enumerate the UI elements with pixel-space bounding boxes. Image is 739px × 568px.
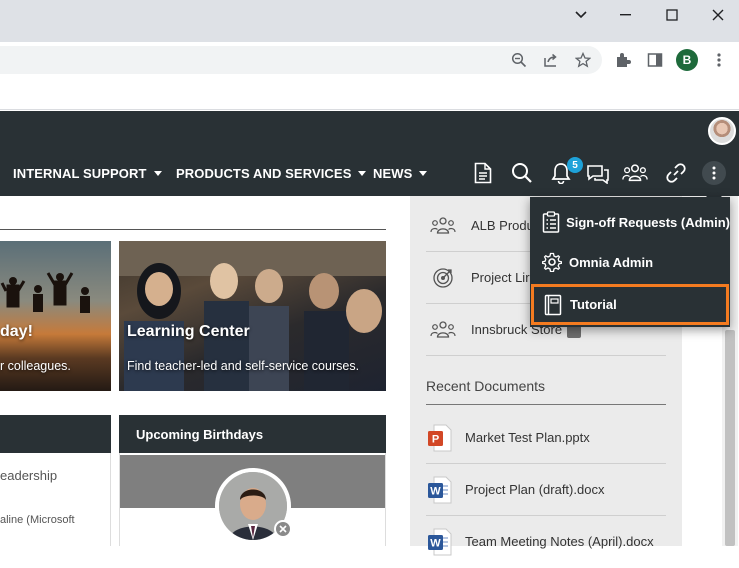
more-options-button[interactable] bbox=[702, 161, 726, 185]
panel-title: Upcoming Birthdays bbox=[136, 426, 264, 442]
chat-bubbles-icon[interactable] bbox=[585, 160, 611, 186]
nav-products-and-services[interactable]: PRODUCTS AND SERVICES bbox=[176, 162, 367, 184]
target-icon bbox=[430, 265, 456, 291]
nav-label: INTERNAL SUPPORT bbox=[13, 165, 147, 181]
nav-label: PRODUCTS AND SERVICES bbox=[176, 165, 352, 181]
chrome-menu-icon[interactable] bbox=[710, 51, 728, 69]
panel-header-left bbox=[0, 415, 111, 453]
hero-image-learning-center[interactable]: Learning Center Find teacher-led and sel… bbox=[119, 241, 386, 391]
document-row[interactable]: W Team Meeting Notes (April).docx bbox=[426, 516, 666, 568]
document-row[interactable]: P Market Test Plan.pptx bbox=[426, 412, 666, 464]
user-avatar[interactable] bbox=[708, 117, 736, 145]
birthday-avatar-frame bbox=[215, 468, 292, 544]
caret-down-icon bbox=[153, 171, 162, 176]
link-icon[interactable] bbox=[663, 160, 689, 186]
panel-text: aline (Microsoft bbox=[0, 514, 75, 526]
clipboard-list-icon bbox=[541, 211, 560, 233]
panel-body-left: eadership aline (Microsoft bbox=[0, 453, 111, 546]
notification-count-badge: 5 bbox=[567, 157, 583, 173]
address-bar-row bbox=[0, 42, 739, 78]
svg-text:W: W bbox=[430, 538, 441, 550]
powerpoint-file-icon: P bbox=[428, 424, 452, 452]
maximize-button[interactable] bbox=[649, 0, 695, 30]
search-icon[interactable] bbox=[509, 160, 535, 186]
gear-icon bbox=[541, 251, 563, 273]
svg-text:W: W bbox=[430, 486, 441, 498]
upcoming-birthdays-header: Upcoming Birthdays bbox=[119, 415, 386, 453]
bookmark-star-icon[interactable] bbox=[574, 51, 592, 69]
hero-subtitle-learning-center: Find teacher-led and self-service course… bbox=[127, 359, 360, 373]
menu-item-label: Omnia Admin bbox=[569, 254, 654, 270]
minimize-button[interactable] bbox=[603, 0, 649, 30]
document-icon[interactable] bbox=[470, 160, 496, 186]
menu-item-sign-off-requests[interactable]: Sign-off Requests (Admin) bbox=[530, 203, 730, 241]
upcoming-birthdays-body bbox=[119, 453, 386, 546]
extensions-puzzle-icon[interactable] bbox=[614, 51, 632, 69]
close-icon[interactable] bbox=[274, 520, 292, 538]
recent-documents-title: Recent Documents bbox=[426, 378, 666, 405]
browser-title-bar bbox=[0, 0, 739, 42]
word-file-icon: W bbox=[428, 476, 452, 504]
list-item-label: Project Lir bbox=[471, 270, 530, 285]
hero-image-left[interactable]: day! r colleagues. bbox=[0, 241, 111, 391]
svg-text:P: P bbox=[432, 434, 439, 446]
nav-internal-support[interactable]: INTERNAL SUPPORT bbox=[13, 162, 162, 184]
caret-down-icon bbox=[419, 171, 428, 176]
hero-title-left: day! bbox=[0, 323, 33, 340]
group-icon bbox=[430, 317, 456, 343]
caret-down-icon bbox=[358, 171, 367, 176]
book-icon bbox=[542, 294, 564, 316]
dropdown-pointer bbox=[706, 189, 722, 197]
menu-item-label: Tutorial bbox=[570, 297, 617, 312]
nav-label: NEWS bbox=[373, 165, 413, 181]
document-name: Project Plan (draft).docx bbox=[465, 482, 605, 497]
menu-item-tutorial[interactable]: Tutorial bbox=[531, 284, 729, 325]
vertical-ellipsis-icon bbox=[712, 166, 716, 180]
share-icon[interactable] bbox=[542, 51, 560, 69]
section-divider bbox=[0, 229, 386, 230]
document-name: Market Test Plan.pptx bbox=[465, 430, 590, 445]
hero-title-learning-center: Learning Center bbox=[127, 323, 250, 340]
bookmarks-bar bbox=[0, 78, 739, 110]
document-row[interactable]: W Project Plan (draft).docx bbox=[426, 464, 666, 516]
browser-profile-avatar[interactable]: B bbox=[676, 49, 698, 71]
panel-text: eadership bbox=[0, 468, 58, 483]
tab-list-chevron-icon[interactable] bbox=[558, 0, 604, 30]
list-item-label: ALB Produ bbox=[471, 218, 534, 233]
people-group-icon[interactable] bbox=[622, 160, 648, 186]
side-panel-icon[interactable] bbox=[646, 51, 664, 69]
zoom-out-icon[interactable] bbox=[510, 51, 528, 69]
menu-item-label: Sign-off Requests (Admin) bbox=[566, 214, 730, 230]
close-window-button[interactable] bbox=[695, 0, 739, 30]
nav-news[interactable]: NEWS bbox=[373, 162, 428, 184]
menu-item-omnia-admin[interactable]: Omnia Admin bbox=[530, 243, 730, 281]
group-icon bbox=[430, 213, 456, 239]
document-name: Team Meeting Notes (April).docx bbox=[465, 534, 654, 549]
word-file-icon: W bbox=[428, 528, 452, 556]
hero-subtitle-left: r colleagues. bbox=[0, 359, 71, 373]
scrollbar-thumb[interactable] bbox=[725, 330, 735, 546]
